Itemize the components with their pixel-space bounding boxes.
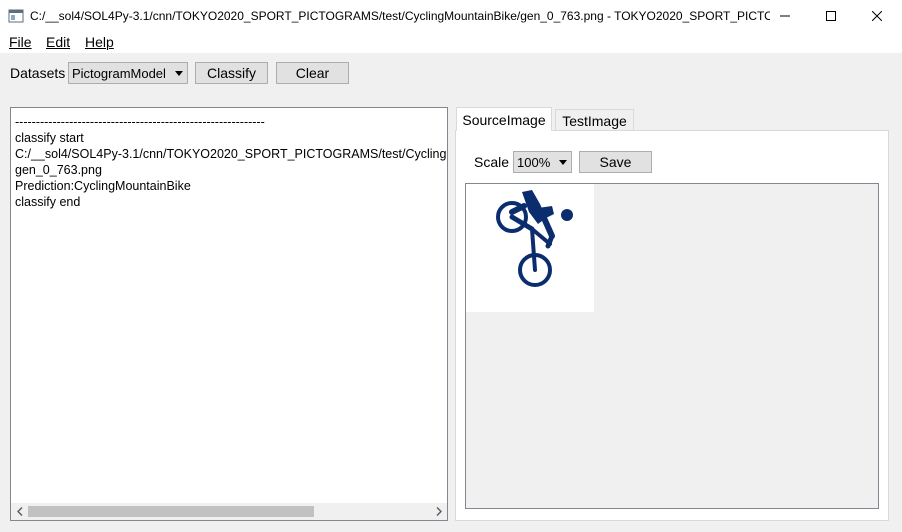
- scroll-thumb[interactable]: [28, 506, 314, 517]
- scale-select[interactable]: 100%: [513, 151, 572, 173]
- chevron-right-icon: [435, 507, 442, 516]
- mountain-bike-pictogram: [496, 190, 573, 287]
- dataset-select-value: PictogramModel: [72, 65, 166, 81]
- app-icon: [8, 8, 24, 24]
- window-title: C:/__sol4/SOL4Py-3.1/cnn/TOKYO2020_SPORT…: [30, 9, 770, 23]
- menu-help[interactable]: Help: [85, 34, 114, 51]
- chevron-down-icon: [171, 70, 187, 76]
- image-view[interactable]: [465, 183, 879, 509]
- scroll-left-button[interactable]: [11, 503, 28, 520]
- chevron-down-icon: [555, 159, 571, 165]
- dataset-select[interactable]: PictogramModel: [68, 62, 188, 84]
- scroll-right-button[interactable]: [430, 503, 447, 520]
- log-panel[interactable]: ----------------------------------------…: [10, 107, 448, 521]
- log-horizontal-scrollbar[interactable]: [11, 503, 447, 520]
- minimize-button[interactable]: [762, 0, 808, 32]
- classify-button[interactable]: Classify: [195, 62, 268, 84]
- menu-edit[interactable]: Edit: [46, 34, 70, 51]
- tab-source-image[interactable]: SourceImage: [456, 107, 552, 131]
- tab-test-image[interactable]: TestImage: [555, 109, 634, 131]
- maximize-button[interactable]: [808, 0, 854, 32]
- maximize-icon: [826, 11, 836, 21]
- menu-file[interactable]: File: [9, 34, 32, 51]
- save-button[interactable]: Save: [579, 151, 652, 173]
- log-text: ----------------------------------------…: [15, 115, 447, 209]
- menu-bar: File Edit Help: [0, 32, 902, 53]
- scale-label: Scale: [474, 154, 510, 170]
- title-bar[interactable]: C:/__sol4/SOL4Py-3.1/cnn/TOKYO2020_SPORT…: [0, 0, 902, 32]
- scale-select-value: 100%: [517, 154, 551, 170]
- clear-button[interactable]: Clear: [276, 62, 349, 84]
- close-icon: [872, 11, 882, 21]
- source-image: [466, 184, 594, 312]
- minimize-icon: [780, 15, 790, 17]
- close-button[interactable]: [854, 0, 900, 32]
- chevron-left-icon: [16, 507, 23, 516]
- datasets-label: Datasets: [10, 65, 66, 81]
